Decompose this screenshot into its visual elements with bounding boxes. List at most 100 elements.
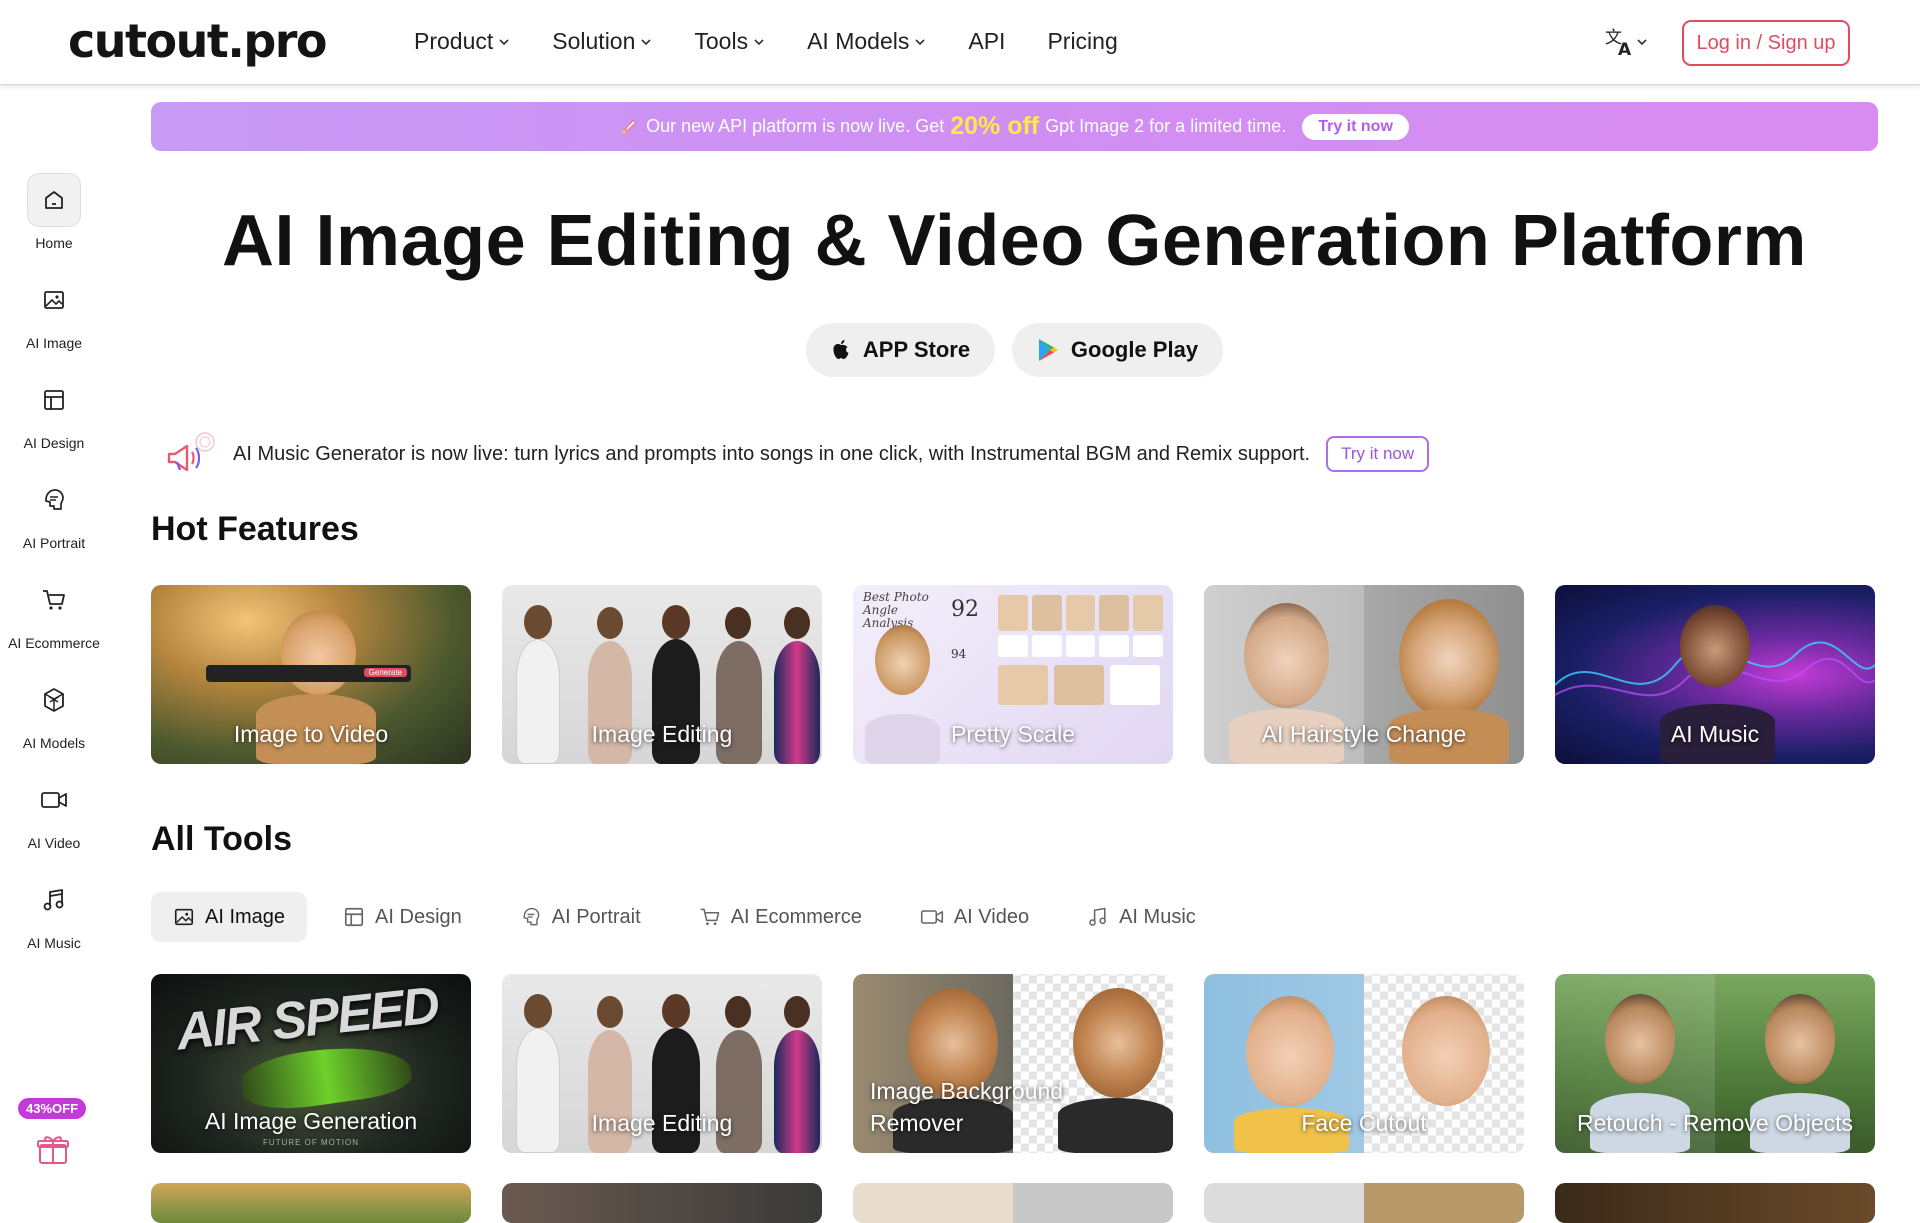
video-icon: [27, 773, 81, 827]
card-label: AI Music: [1670, 721, 1760, 747]
translate-icon: 文 A: [1605, 28, 1632, 58]
promo-highlight: 20% off: [950, 112, 1040, 140]
figure-head: [597, 607, 623, 639]
megaphone-icon: [167, 432, 215, 472]
sidebar-item-ai-image[interactable]: AI Image: [0, 273, 108, 351]
app-store-button[interactable]: APP Store: [806, 323, 995, 377]
announcement-try-button[interactable]: Try it now: [1326, 436, 1430, 472]
svg-text:A: A: [1618, 40, 1632, 58]
chevron-down-icon: [915, 38, 925, 45]
chevron-down-icon: [499, 38, 509, 45]
sidebar-item-label: AI Image: [25, 335, 83, 351]
nav-pricing[interactable]: Pricing: [1047, 28, 1117, 55]
login-signup-button[interactable]: Log in / Sign up: [1682, 20, 1850, 66]
tool-card-image-editing[interactable]: Image Editing: [502, 974, 822, 1153]
card-label: Image Editing: [591, 721, 733, 747]
video-icon: [920, 910, 943, 924]
chevron-down-icon: [754, 38, 764, 45]
card-label: Retouch - Remove Objects: [1576, 1110, 1854, 1136]
tool-card-partial[interactable]: [502, 1183, 822, 1223]
promo-text-after: Gpt Image 2 for a limited time.: [1045, 116, 1287, 136]
nav-pricing-label: Pricing: [1047, 28, 1118, 54]
tool-card-retouch-remove-objects[interactable]: Retouch - Remove Objects: [1555, 974, 1875, 1153]
feature-card-pretty-scale[interactable]: Best Photo Angle Analysis 92 94 Pretty S…: [853, 585, 1173, 764]
tool-card-partial[interactable]: [853, 1183, 1173, 1223]
cube-icon: [27, 673, 81, 727]
tool-card-face-cutout[interactable]: Face Cutout: [1204, 974, 1524, 1153]
tool-card-partial[interactable]: [1555, 1183, 1875, 1223]
nav-tools[interactable]: Tools: [694, 28, 765, 55]
tab-label: AI Music: [1119, 905, 1196, 928]
music-icon: [1089, 907, 1107, 926]
nav-api[interactable]: API: [968, 28, 1005, 55]
chevron-down-icon: [1637, 39, 1647, 46]
portrait-image: [875, 625, 930, 695]
promo-banner: Our new API platform is now live. Get 20…: [151, 102, 1878, 151]
sidebar-item-label: AI Portrait: [22, 535, 86, 551]
nav-solution[interactable]: Solution: [552, 28, 652, 55]
generate-chip: Generate: [363, 668, 407, 677]
portrait-icon: [523, 907, 540, 926]
tool-tabs: AI Image AI Design AI Portrait AI Ecomme…: [151, 892, 1232, 942]
figure-head: [524, 605, 552, 639]
portrait-image: [1399, 599, 1499, 719]
feature-card-image-to-video[interactable]: Generate Image to Video: [151, 585, 471, 764]
tab-ai-music[interactable]: AI Music: [1065, 892, 1218, 942]
language-switcher[interactable]: 文 A: [1604, 26, 1648, 58]
tab-label: AI Ecommerce: [730, 905, 862, 928]
tab-label: AI Video: [953, 905, 1030, 928]
tab-ai-design[interactable]: AI Design: [321, 892, 484, 942]
tab-ai-image[interactable]: AI Image: [151, 892, 308, 942]
tool-card-ai-image-generation[interactable]: AIR SPEED FUTURE OF MOTION AI Image Gene…: [151, 974, 471, 1153]
nav-product[interactable]: Product: [414, 28, 510, 55]
portrait-icon: [27, 473, 81, 527]
tool-card-background-remover[interactable]: Image Background Remover: [853, 974, 1173, 1153]
gift-icon[interactable]: [36, 1133, 70, 1170]
apple-icon: [833, 340, 849, 359]
feature-card-ai-hairstyle[interactable]: AI Hairstyle Change: [1204, 585, 1524, 764]
sidebar-item-ai-video[interactable]: AI Video: [0, 773, 108, 851]
home-icon: [27, 173, 81, 227]
tool-card-partial[interactable]: [1204, 1183, 1524, 1223]
nav-ai-models[interactable]: AI Models: [807, 28, 926, 55]
chevron-down-icon: [641, 38, 651, 45]
logo[interactable]: cutout.pro: [68, 14, 328, 68]
prompt-bar: Generate: [206, 665, 411, 682]
sidebar-item-ai-models[interactable]: AI Models: [0, 673, 108, 751]
google-play-label: Google Play: [1070, 337, 1199, 362]
card-label-line-1: Image Background: [870, 1078, 1064, 1104]
tab-ai-video[interactable]: AI Video: [898, 892, 1051, 942]
page-title: AI Image Editing & Video Generation Plat…: [222, 201, 1807, 281]
tab-ai-portrait[interactable]: AI Portrait: [498, 892, 663, 942]
tool-card-partial[interactable]: [151, 1183, 471, 1223]
discount-badge[interactable]: 43%OFF: [18, 1098, 87, 1119]
hot-features-heading: Hot Features: [151, 510, 359, 548]
figure-head: [784, 607, 810, 639]
sidebar-item-ai-music[interactable]: AI Music: [0, 873, 108, 951]
card-label: AI Hairstyle Change: [1261, 721, 1467, 747]
app-store-label: APP Store: [862, 337, 971, 362]
feature-card-ai-music[interactable]: AI Music: [1555, 585, 1875, 764]
card-label: Image to Video: [233, 721, 389, 747]
sidebar-item-ai-portrait[interactable]: AI Portrait: [0, 473, 108, 551]
sidebar-item-label: AI Video: [27, 835, 81, 851]
nav-solution-label: Solution: [552, 28, 636, 54]
layout-icon: [27, 373, 81, 427]
promo-try-button[interactable]: Try it now: [1302, 113, 1409, 140]
sidebar-item-home[interactable]: Home: [0, 173, 108, 251]
portrait-image: [1765, 994, 1835, 1084]
feature-card-image-editing[interactable]: Image Editing: [502, 585, 822, 764]
card-label-line-2: Remover: [870, 1110, 964, 1136]
sidebar-item-ai-design[interactable]: AI Design: [0, 373, 108, 451]
future-of-motion-text: FUTURE OF MOTION: [263, 1138, 359, 1147]
nav-api-label: API: [968, 28, 1006, 54]
tab-ai-ecommerce[interactable]: AI Ecommerce: [677, 892, 884, 942]
google-play-button[interactable]: Google Play: [1012, 323, 1223, 377]
music-announcement: AI Music Generator is now live: turn lyr…: [165, 432, 1430, 476]
sidebar-item-label: AI Models: [22, 735, 86, 751]
announcement-text: AI Music Generator is now live: turn lyr…: [233, 442, 1311, 465]
rocket-icon: [622, 120, 636, 134]
sidebar-item-ai-ecommerce[interactable]: AI Ecommerce: [0, 573, 108, 651]
sidebar-item-label: Home: [35, 235, 73, 251]
main-nav: Product Solution Tools AI Models API Pri…: [414, 28, 1160, 55]
